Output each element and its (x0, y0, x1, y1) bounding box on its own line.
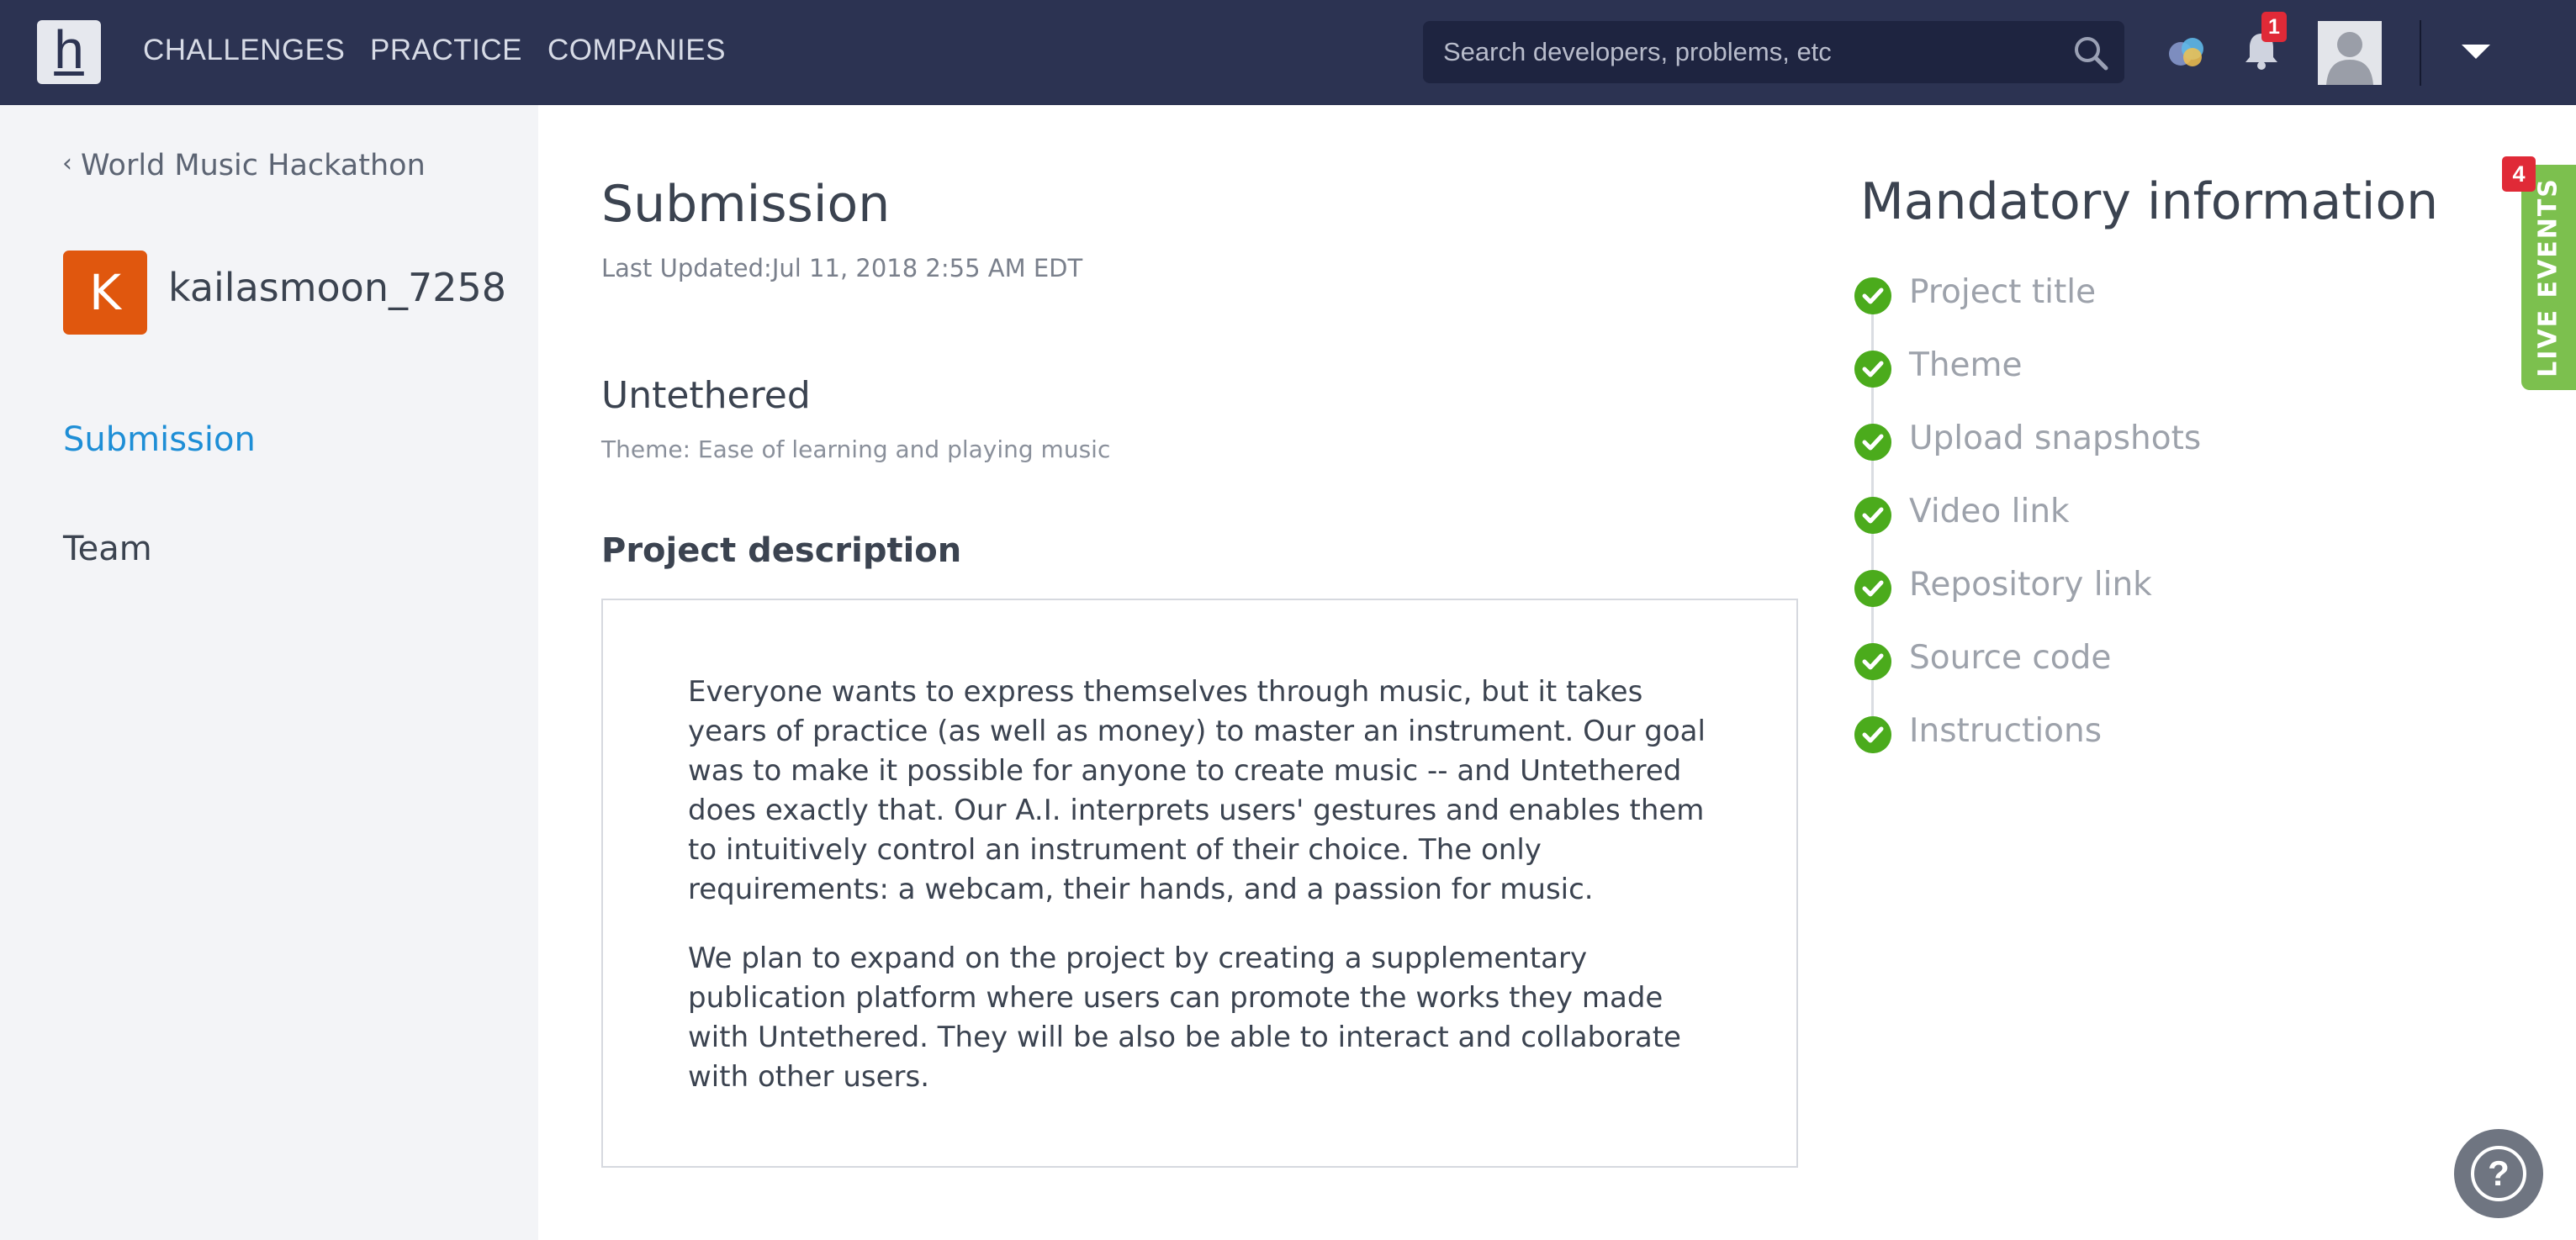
notification-count-badge: 1 (2261, 12, 2287, 42)
user-avatar-icon[interactable] (2318, 21, 2382, 85)
back-to-hackathon-link[interactable]: ‹ World Music Hackathon (62, 149, 426, 182)
project-description-heading: Project description (601, 531, 962, 570)
chat-bubbles-icon[interactable] (2166, 34, 2209, 71)
mandatory-item-instructions: Instructions (1909, 712, 2103, 750)
project-description-box: Everyone wants to express themselves thr… (601, 599, 1798, 1168)
top-navigation-bar: h CHALLENGES PRACTICE COMPANIES 1 (0, 0, 2576, 105)
caret-down-icon[interactable] (2462, 45, 2490, 59)
mandatory-item-source-code: Source code (1909, 639, 2112, 677)
search-input[interactable] (1443, 21, 2066, 83)
nav-link-practice[interactable]: PRACTICE (370, 34, 522, 67)
live-events-tab[interactable]: LIVE EVENTS (2521, 165, 2576, 390)
check-circle-icon (1854, 277, 1891, 314)
check-circle-icon (1854, 716, 1891, 753)
mandatory-info-title: Mandatory information (1860, 172, 2439, 231)
check-circle-icon (1854, 424, 1891, 461)
hackerearth-logo[interactable]: h (37, 20, 101, 84)
mandatory-item-theme: Theme (1909, 346, 2023, 384)
mandatory-item-video-link: Video link (1909, 493, 2070, 530)
check-circle-icon (1854, 351, 1891, 388)
mandatory-item-repository-link: Repository link (1909, 566, 2152, 604)
live-events-count-badge: 4 (2502, 156, 2536, 192)
question-mark-icon: ? (2471, 1146, 2526, 1201)
chevron-left-icon: ‹ (62, 149, 72, 178)
sidebar: ‹ World Music Hackathon K kailasmoon_7258… (0, 105, 538, 1240)
sidebar-item-submission[interactable]: Submission (63, 420, 256, 459)
project-title: Untethered (601, 374, 811, 417)
project-theme: Theme: Ease of learning and playing musi… (601, 435, 1111, 463)
nav-link-companies[interactable]: COMPANIES (547, 34, 726, 67)
check-circle-icon (1854, 570, 1891, 607)
mandatory-item-project-title: Project title (1909, 273, 2097, 311)
help-button[interactable]: ? (2454, 1129, 2543, 1218)
mandatory-item-upload-snapshots: Upload snapshots (1909, 419, 2202, 457)
logo-letter: h (54, 19, 84, 80)
back-link-label: World Music Hackathon (81, 149, 426, 182)
last-updated-timestamp: Last Updated:Jul 11, 2018 2:55 AM EDT (601, 254, 1083, 282)
page-title: Submission (601, 175, 891, 234)
check-circle-icon (1854, 497, 1891, 534)
search-icon[interactable] (2072, 34, 2109, 71)
live-events-label: LIVE EVENTS (2533, 177, 2563, 377)
username: kailasmoon_7258 (168, 265, 507, 310)
description-paragraph: Everyone wants to express themselves thr… (688, 675, 1706, 906)
nav-link-challenges[interactable]: CHALLENGES (143, 34, 345, 67)
check-circle-icon (1854, 643, 1891, 680)
nav-divider (2420, 20, 2421, 86)
search-box (1423, 21, 2124, 83)
user-initial-avatar: K (63, 251, 147, 335)
sidebar-item-team[interactable]: Team (63, 530, 152, 568)
avatar-silhouette-icon (2318, 21, 2382, 85)
description-paragraph: We plan to expand on the project by crea… (688, 942, 1681, 1094)
